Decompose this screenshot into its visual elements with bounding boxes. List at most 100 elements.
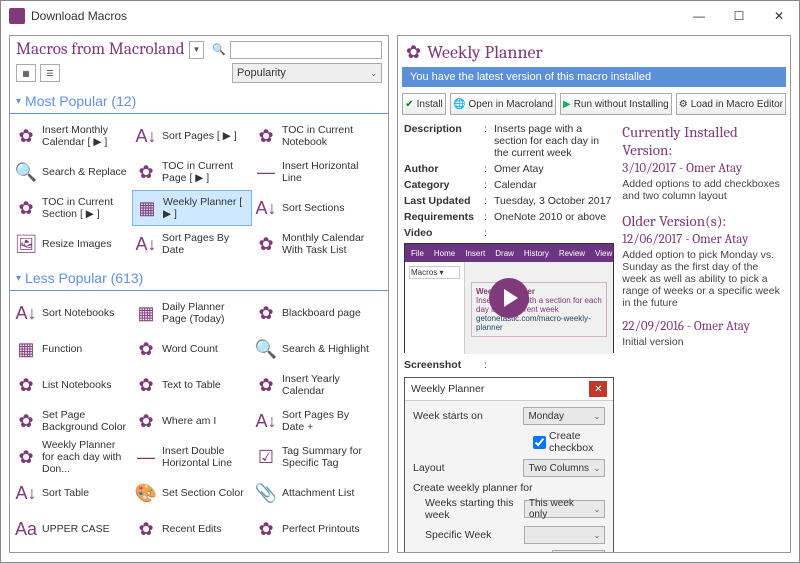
macro-item[interactable]: ▦Function [12, 331, 132, 367]
maximize-button[interactable]: ☐ [719, 1, 759, 31]
macro-label: UPPER CASE [38, 523, 110, 535]
macro-icon: ✿ [134, 517, 158, 541]
macro-icon: ☑ [254, 445, 278, 469]
macro-item[interactable]: ✿Recent Edits [132, 511, 252, 547]
macro-item[interactable]: A↓Sort Pages By Date + [252, 403, 372, 439]
macro-icon: Aa [14, 517, 38, 541]
macro-label: Word Count [158, 343, 218, 355]
macro-item[interactable]: A↓Sort Notebooks [12, 295, 132, 331]
install-button[interactable]: ✔Install [402, 93, 446, 115]
macro-item[interactable]: A↓Sort Pages [ ▶ ] [132, 118, 252, 154]
macro-item[interactable]: ✿Perfect Printouts [252, 511, 372, 547]
ss-checkbox-label: Create checkbox [549, 430, 605, 454]
older-v2-text: Initial version [622, 336, 784, 348]
section-less-popular[interactable]: Less Popular (613) [10, 266, 388, 291]
macro-item[interactable]: ✿Word Count [132, 331, 252, 367]
macro-item[interactable]: 🔍Search & Highlight [252, 331, 372, 367]
macro-label: Set Page Background Color [38, 409, 130, 433]
search-icon: 🔍 [212, 42, 226, 58]
macro-icon: ▦ [134, 301, 158, 325]
section-most-popular[interactable]: Most Popular (12) [10, 89, 388, 114]
macro-item[interactable]: 🔍Search & Replace [12, 154, 132, 190]
macro-label: TOC in Current Notebook [278, 124, 370, 148]
macro-label: Daily Planner Page (Today) [158, 301, 250, 325]
macro-label: Sort Pages By Date [158, 232, 250, 256]
open-macroland-button[interactable]: 🌐Open in Macroland [450, 93, 556, 115]
load-editor-button[interactable]: ⚙Load in Macro Editor [676, 93, 786, 115]
macro-item[interactable]: ✿Text to Table [132, 367, 252, 403]
play-icon[interactable] [489, 278, 529, 318]
req-value: OneNote 2010 or above [494, 211, 614, 223]
macro-item[interactable]: A↓Sort Sections [252, 190, 372, 226]
macro-item[interactable]: ✿Insert Yearly Calendar [252, 367, 372, 403]
macro-label: Tag Summary for Specific Tag [278, 445, 370, 469]
macro-item[interactable]: ✿Monthly Calendar With Task List [252, 226, 372, 262]
macro-item[interactable]: ☑Tag Summary for Specific Tag [252, 439, 372, 475]
macro-icon: A↓ [14, 301, 38, 325]
macro-icon: ✿ [14, 124, 38, 148]
older-versions-title: Older Version(s): [622, 212, 784, 230]
close-button[interactable]: ✕ [759, 1, 799, 31]
macro-item[interactable]: ✿Blackboard page [252, 295, 372, 331]
macro-icon: ✿ [254, 301, 278, 325]
ss-checkbox[interactable] [533, 436, 546, 449]
macro-label: TOC in Current Page [ ▶ ] [158, 160, 250, 184]
view-grid-button[interactable]: ▦ [16, 64, 36, 82]
screenshot-preview: Weekly Planner✕ Week starts onMonday⌄ Cr… [404, 377, 614, 552]
macro-item[interactable]: —Insert Double Horizontal Line [132, 439, 252, 475]
macro-item[interactable]: ✿Where am I [132, 403, 252, 439]
list-heading: Macros from Macroland [16, 40, 185, 59]
sort-select[interactable]: Popularity⌄ [232, 63, 382, 83]
macro-item[interactable]: ✿List Notebooks [12, 367, 132, 403]
search-input[interactable] [230, 41, 382, 59]
app-icon [9, 8, 25, 24]
ss-close-icon[interactable]: ✕ [589, 381, 607, 397]
macro-item[interactable]: ✿Set Page Background Color [12, 403, 132, 439]
ss-ok-button[interactable]: OK [552, 550, 605, 552]
minimize-button[interactable]: — [679, 1, 719, 31]
macro-item[interactable]: ▦Daily Planner Page (Today) [132, 295, 252, 331]
macro-item[interactable]: A↑Increase Font Size [132, 547, 252, 552]
macro-label: Sort Sections [278, 202, 344, 214]
macro-item[interactable]: ✿Insert Monthly Calendar [ ▶ ] [12, 118, 132, 154]
ss-create-label: Create weekly planner for [413, 482, 605, 494]
ss-weeks-select[interactable]: This week only⌄ [524, 500, 605, 518]
macro-icon: ✿ [14, 196, 38, 220]
video-thumbnail[interactable]: FileHomeInsertDrawHistoryReviewViewWeekl… [404, 243, 614, 353]
macro-label: Sort Table [38, 487, 89, 499]
macro-item[interactable]: ✿TOC in Current Section [ ▶ ] [12, 190, 132, 226]
macro-item[interactable]: AaUPPER CASE [12, 511, 132, 547]
run-button[interactable]: ▶Run without Installing [560, 93, 672, 115]
macro-item[interactable]: ✿TOC in Current Notebook [252, 118, 372, 154]
macro-item[interactable]: A↓Sort Pages By Date [132, 226, 252, 262]
window-title: Download Macros [31, 9, 679, 23]
macro-icon: A↓ [14, 481, 38, 505]
source-dropdown-button[interactable]: ▼ [189, 41, 205, 59]
macro-icon: ✿ [134, 409, 158, 433]
ss-title: Weekly Planner [411, 383, 484, 395]
macro-icon: ✿ [254, 517, 278, 541]
macro-item[interactable]: 🎨Set Section Color [132, 475, 252, 511]
macro-item[interactable]: —Insert Horizontal Line [252, 154, 372, 190]
ss-weekstarts-select[interactable]: Monday⌄ [523, 407, 605, 425]
macro-item[interactable]: 🖼Resize Images [12, 226, 132, 262]
macro-icon: — [254, 160, 278, 184]
macro-item[interactable]: A↓Sort Table [12, 475, 132, 511]
macro-item[interactable]: ▦Weekly Planner [ ▶ ] [132, 190, 252, 226]
macro-item[interactable]: ✿Auto-fill [252, 547, 372, 552]
macro-icon: ✿ [14, 409, 38, 433]
current-version-title: Currently Installed Version: [622, 123, 784, 159]
macro-label: Sort Pages [ ▶ ] [158, 130, 237, 142]
view-list-button[interactable]: ☰ [40, 64, 60, 82]
macro-item[interactable]: 📎Attachment List [252, 475, 372, 511]
category-label: Category [404, 179, 484, 191]
macro-label: Search & Replace [38, 166, 127, 178]
ss-layout-select[interactable]: Two Columns⌄ [523, 459, 605, 477]
ss-specific-select[interactable]: ⌄ [524, 526, 605, 544]
macro-list-pane: Macros from Macroland ▼ 🔍 ▦ ☰ Popularity… [9, 35, 389, 553]
ss-layout-label: Layout [413, 462, 523, 474]
macro-item[interactable]: ✿Weekly Planner for each day with Don... [12, 439, 132, 475]
updated-value: Tuesday, 3 October 2017 [494, 195, 614, 207]
macro-item[interactable]: ✿Number of Pages [12, 547, 132, 552]
macro-item[interactable]: ✿TOC in Current Page [ ▶ ] [132, 154, 252, 190]
